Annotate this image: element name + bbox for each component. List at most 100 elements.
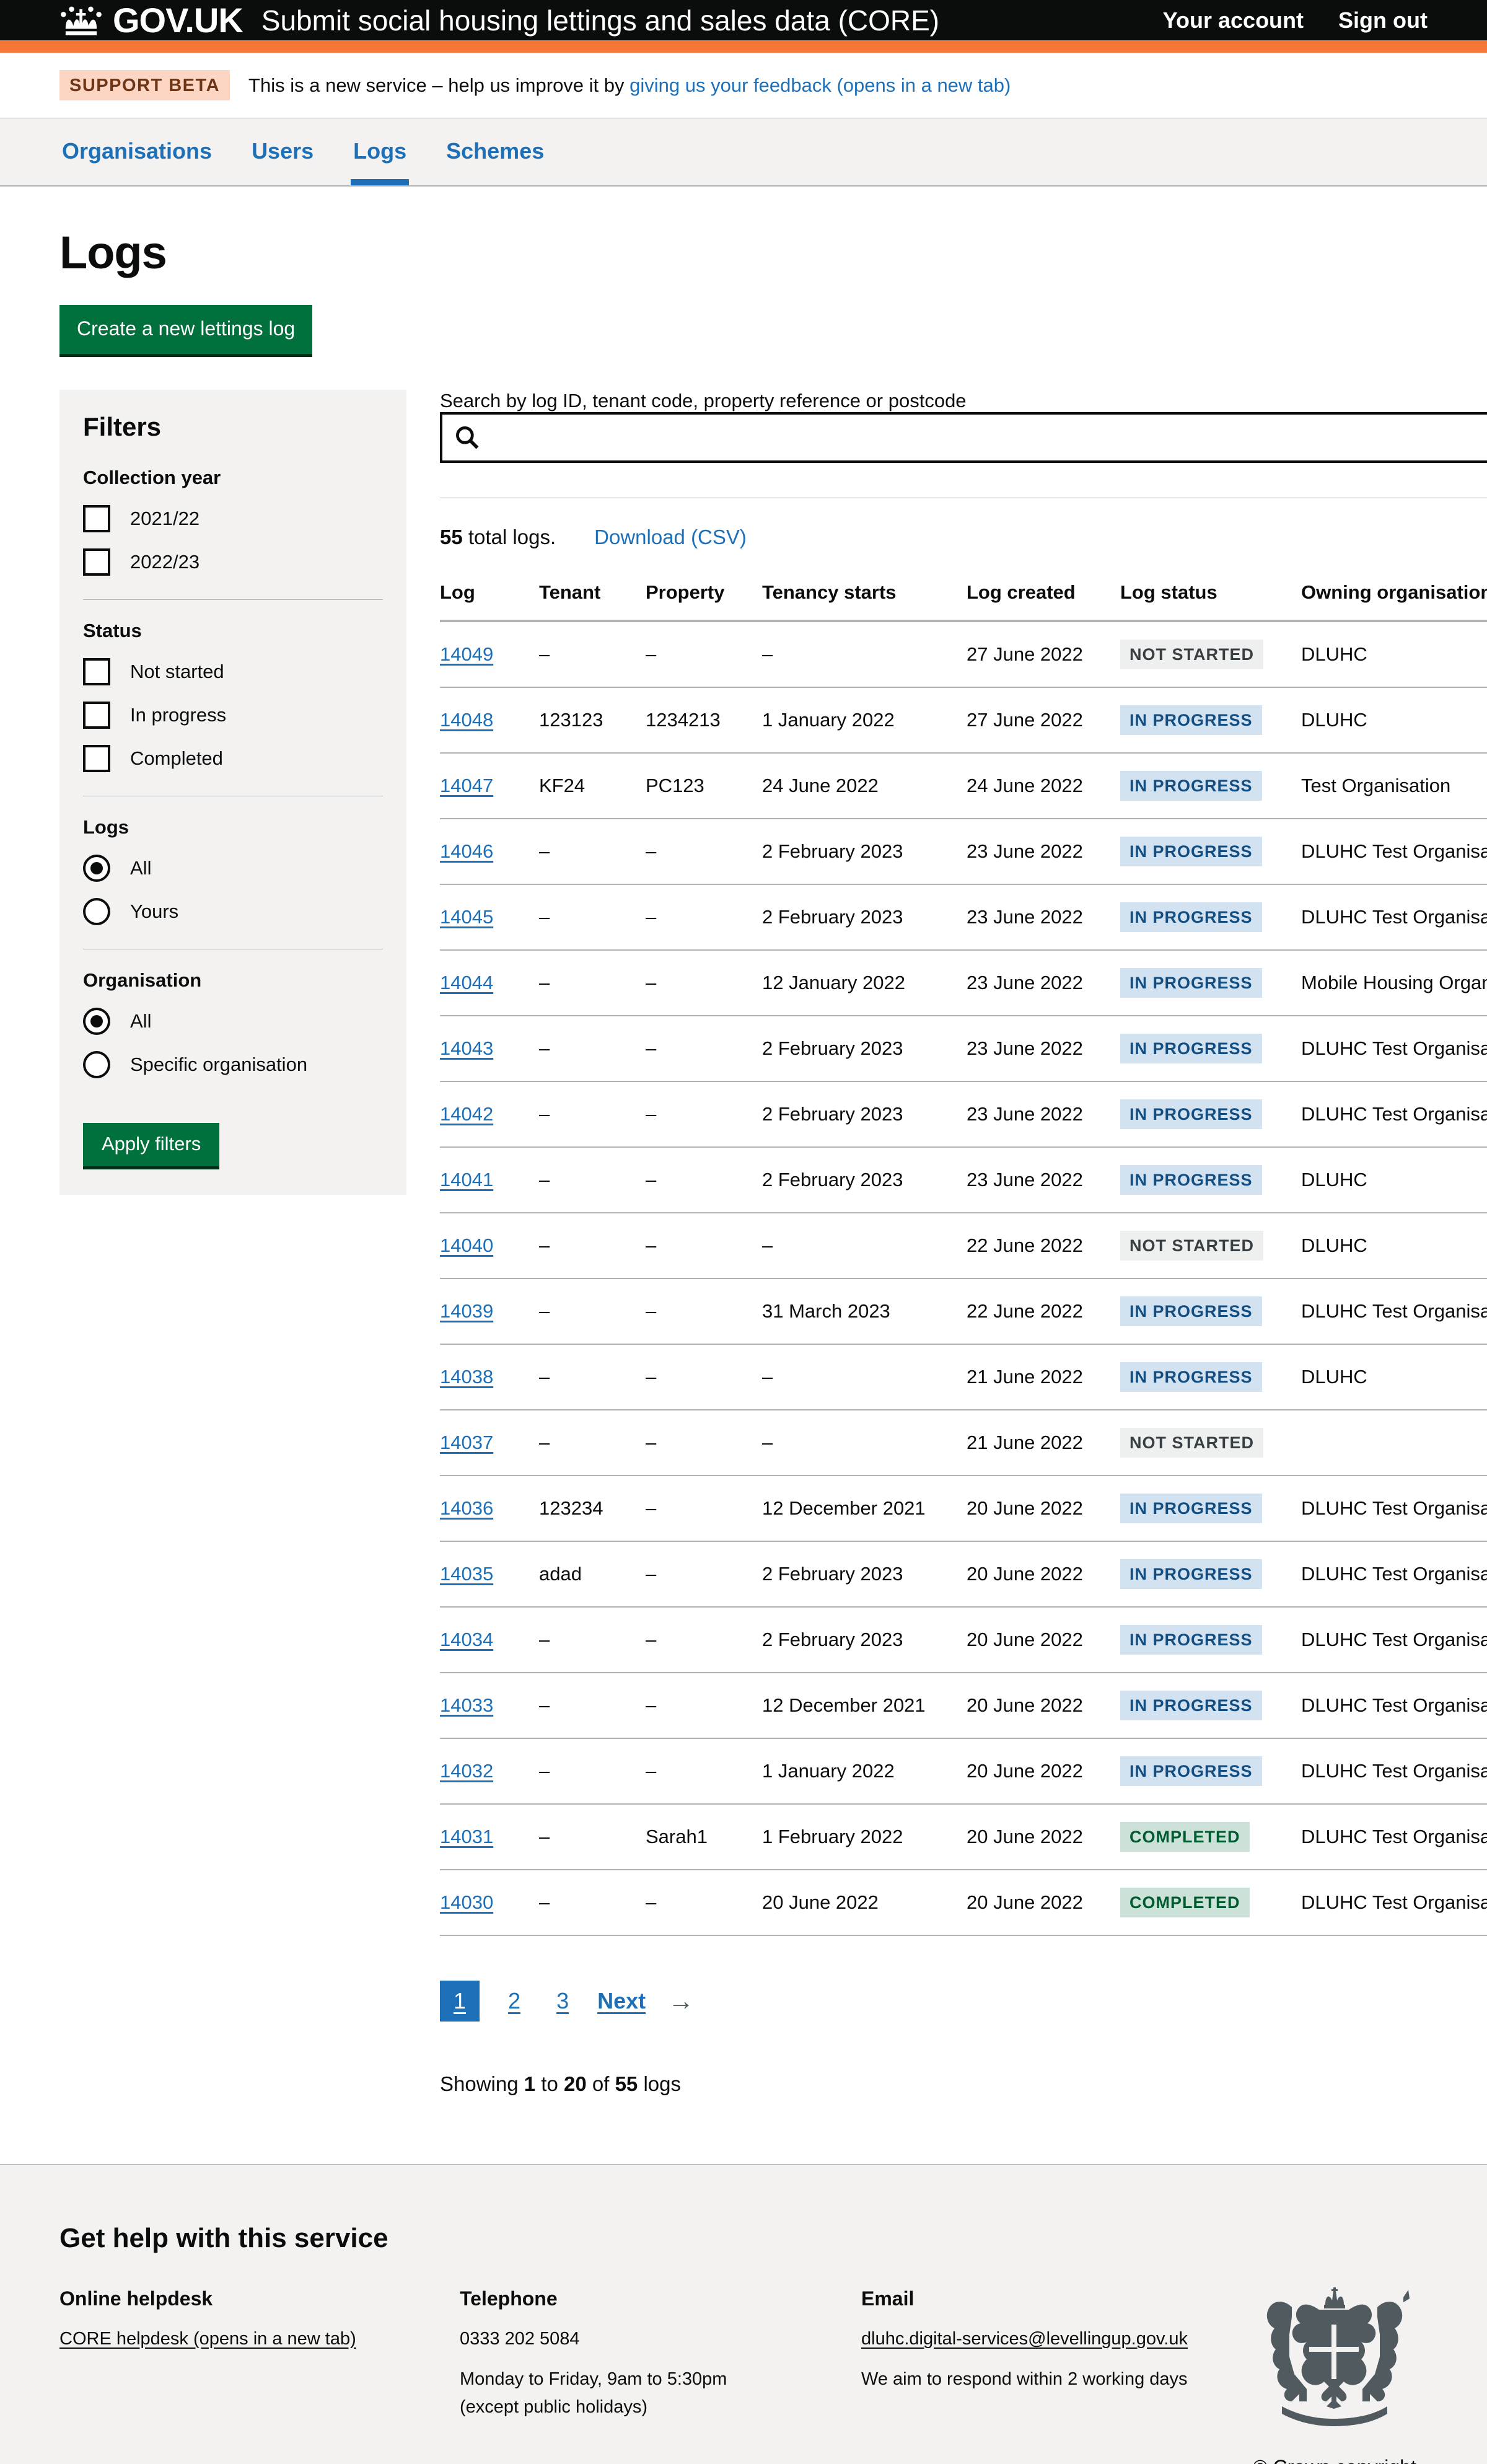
- log-created-cell: 20 June 2022: [967, 1673, 1120, 1738]
- checkbox[interactable]: [83, 548, 110, 576]
- log-link[interactable]: 14034: [440, 1629, 493, 1650]
- table-row: 14046––2 February 202323 June 2022IN PRO…: [440, 819, 1487, 884]
- pagination-page-3[interactable]: 3: [549, 1981, 576, 2022]
- log-link[interactable]: 14033: [440, 1694, 493, 1716]
- log-link[interactable]: 14044: [440, 972, 493, 993]
- log-link[interactable]: 14045: [440, 906, 493, 928]
- filter-option-not-started[interactable]: Not started: [83, 658, 383, 685]
- download-csv-link[interactable]: Download (CSV): [594, 526, 747, 549]
- service-name-link[interactable]: Submit social housing lettings and sales…: [261, 4, 939, 37]
- nav-item-users[interactable]: Users: [249, 118, 316, 185]
- filter-option-label: Specific organisation: [130, 1054, 307, 1076]
- filter-option-in-progress[interactable]: In progress: [83, 702, 383, 729]
- nav-item-schemes[interactable]: Schemes: [444, 118, 546, 185]
- log-link[interactable]: 14042: [440, 1103, 493, 1125]
- filter-option-all[interactable]: All: [83, 855, 383, 882]
- email-link[interactable]: dluhc.digital-services@levellingup.gov.u…: [861, 2329, 1188, 2349]
- tenant-cell: –: [539, 1870, 646, 1935]
- status-badge: IN PROGRESS: [1120, 1296, 1262, 1326]
- column-header-tenancy-starts: Tenancy starts: [762, 581, 967, 621]
- footer-email-column: Email dluhc.digital-services@levellingup…: [861, 2287, 1242, 2464]
- feedback-link[interactable]: giving us your feedback (opens in a new …: [629, 74, 1011, 96]
- filter-option-label: All: [130, 857, 151, 879]
- filter-option-label: Not started: [130, 661, 224, 683]
- log-link[interactable]: 14046: [440, 840, 493, 862]
- log-cell: 14034: [440, 1607, 539, 1673]
- radio-button[interactable]: [83, 898, 110, 925]
- tenancy-starts-cell: 2 February 2023: [762, 1147, 967, 1213]
- filter-option-yours[interactable]: Yours: [83, 898, 383, 925]
- beta-phase-tag: SUPPORT BETA: [59, 70, 230, 100]
- tenant-cell: –: [539, 1607, 646, 1673]
- log-link[interactable]: 14040: [440, 1234, 493, 1256]
- tenant-cell: –: [539, 1278, 646, 1344]
- log-status-cell: IN PROGRESS: [1120, 1278, 1301, 1344]
- radio-button[interactable]: [83, 1008, 110, 1035]
- table-row: 14045––2 February 202323 June 2022IN PRO…: [440, 884, 1487, 950]
- tenancy-starts-cell: 1 January 2022: [762, 1738, 967, 1804]
- showing-summary: Showing 1 to 20 of 55 logs: [440, 2072, 1487, 2096]
- radio-button[interactable]: [83, 1051, 110, 1078]
- log-link[interactable]: 14038: [440, 1366, 493, 1388]
- filter-option-specific-organisation[interactable]: Specific organisation: [83, 1051, 383, 1078]
- log-status-cell: IN PROGRESS: [1120, 950, 1301, 1016]
- log-link[interactable]: 14039: [440, 1300, 493, 1322]
- filter-option-all[interactable]: All: [83, 1008, 383, 1035]
- log-status-cell: COMPLETED: [1120, 1804, 1301, 1870]
- logs-table-body: 14049–––27 June 2022NOT STARTEDDLUHC1404…: [440, 621, 1487, 1935]
- log-cell: 14048: [440, 687, 539, 753]
- pagination-page-1[interactable]: 1: [440, 1981, 480, 2022]
- radio-button[interactable]: [83, 855, 110, 882]
- nav-item-logs[interactable]: Logs: [351, 118, 409, 185]
- crown-copyright-link[interactable]: © Crown copyright: [1253, 2456, 1416, 2464]
- filter-option-completed[interactable]: Completed: [83, 745, 383, 772]
- owning-organisation-cell: DLUHC Test Organisation: [1301, 1673, 1487, 1738]
- pagination-next-link[interactable]: Next: [597, 1988, 646, 2014]
- log-link[interactable]: 14048: [440, 709, 493, 731]
- showing-from: 1: [524, 2072, 535, 2095]
- apply-filters-button[interactable]: Apply filters: [83, 1123, 219, 1166]
- log-link[interactable]: 14035: [440, 1563, 493, 1585]
- filter-option-2022-23[interactable]: 2022/23: [83, 548, 383, 576]
- log-link[interactable]: 14047: [440, 775, 493, 796]
- checkbox[interactable]: [83, 505, 110, 532]
- govuk-logo[interactable]: GOV.UK: [59, 0, 243, 40]
- telephone-title: Telephone: [460, 2287, 861, 2310]
- property-cell: –: [646, 1344, 762, 1410]
- owning-organisation-cell: DLUHC Test Organisation: [1301, 1081, 1487, 1147]
- core-helpdesk-link[interactable]: CORE helpdesk (opens in a new tab): [59, 2329, 356, 2349]
- sign-out-link[interactable]: Sign out: [1338, 7, 1428, 33]
- search-label: Search by log ID, tenant code, property …: [440, 390, 967, 411]
- create-lettings-log-button[interactable]: Create a new lettings log: [59, 305, 312, 354]
- checkbox[interactable]: [83, 745, 110, 772]
- property-cell: –: [646, 884, 762, 950]
- header-account-nav: Your account Sign out: [1163, 7, 1428, 33]
- log-link[interactable]: 14041: [440, 1169, 493, 1190]
- log-status-cell: IN PROGRESS: [1120, 884, 1301, 950]
- tenant-cell: –: [539, 1673, 646, 1738]
- owning-organisation-cell: DLUHC Test Organisation: [1301, 1476, 1487, 1541]
- log-link[interactable]: 14037: [440, 1432, 493, 1453]
- tenancy-starts-cell: 1 February 2022: [762, 1804, 967, 1870]
- log-link[interactable]: 14036: [440, 1497, 493, 1519]
- radio-dot: [90, 905, 103, 918]
- owning-organisation-cell: [1301, 1410, 1487, 1476]
- nav-item-organisations[interactable]: Organisations: [59, 118, 214, 185]
- search-input[interactable]: [440, 412, 1487, 463]
- footer-helpdesk-column: Online helpdesk CORE helpdesk (opens in …: [59, 2287, 460, 2464]
- search-row: Search: [440, 412, 1487, 463]
- log-link[interactable]: 14049: [440, 643, 493, 665]
- status-badge: IN PROGRESS: [1120, 837, 1262, 866]
- pagination-page-2[interactable]: 2: [501, 1981, 528, 2022]
- property-cell: –: [646, 1738, 762, 1804]
- log-link[interactable]: 14032: [440, 1760, 493, 1782]
- checkbox[interactable]: [83, 702, 110, 729]
- your-account-link[interactable]: Your account: [1163, 7, 1304, 33]
- log-link[interactable]: 14043: [440, 1037, 493, 1059]
- log-link[interactable]: 14031: [440, 1826, 493, 1847]
- checkbox[interactable]: [83, 658, 110, 685]
- status-badge: NOT STARTED: [1120, 1231, 1263, 1261]
- showing-suffix: logs: [638, 2072, 681, 2095]
- filter-option-2021-22[interactable]: 2021/22: [83, 505, 383, 532]
- log-link[interactable]: 14030: [440, 1891, 493, 1913]
